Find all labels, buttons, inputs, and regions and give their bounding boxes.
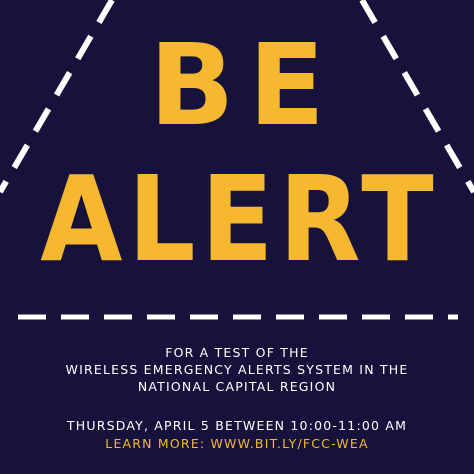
- headline-alert: ALERT: [40, 150, 440, 288]
- info-text: FOR A TEST OF THE WIRELESS EMERGENCY ALE…: [0, 344, 474, 395]
- info-line-1: FOR A TEST OF THE: [165, 345, 309, 360]
- event-datetime: THURSDAY, APRIL 5 BETWEEN 10:00-11:00 AM: [66, 418, 408, 433]
- info-line-3: NATIONAL CAPITAL REGION: [137, 379, 337, 394]
- alert-poster: BE ALERT FOR A TEST OF THE WIRELESS EMER…: [0, 0, 474, 474]
- learn-more-link[interactable]: LEARN MORE: WWW.BIT.LY/FCC-WEA: [0, 436, 474, 451]
- info-line-2: WIRELESS EMERGENCY ALERTS SYSTEM IN THE: [65, 362, 409, 377]
- headline-be: BE: [149, 21, 339, 151]
